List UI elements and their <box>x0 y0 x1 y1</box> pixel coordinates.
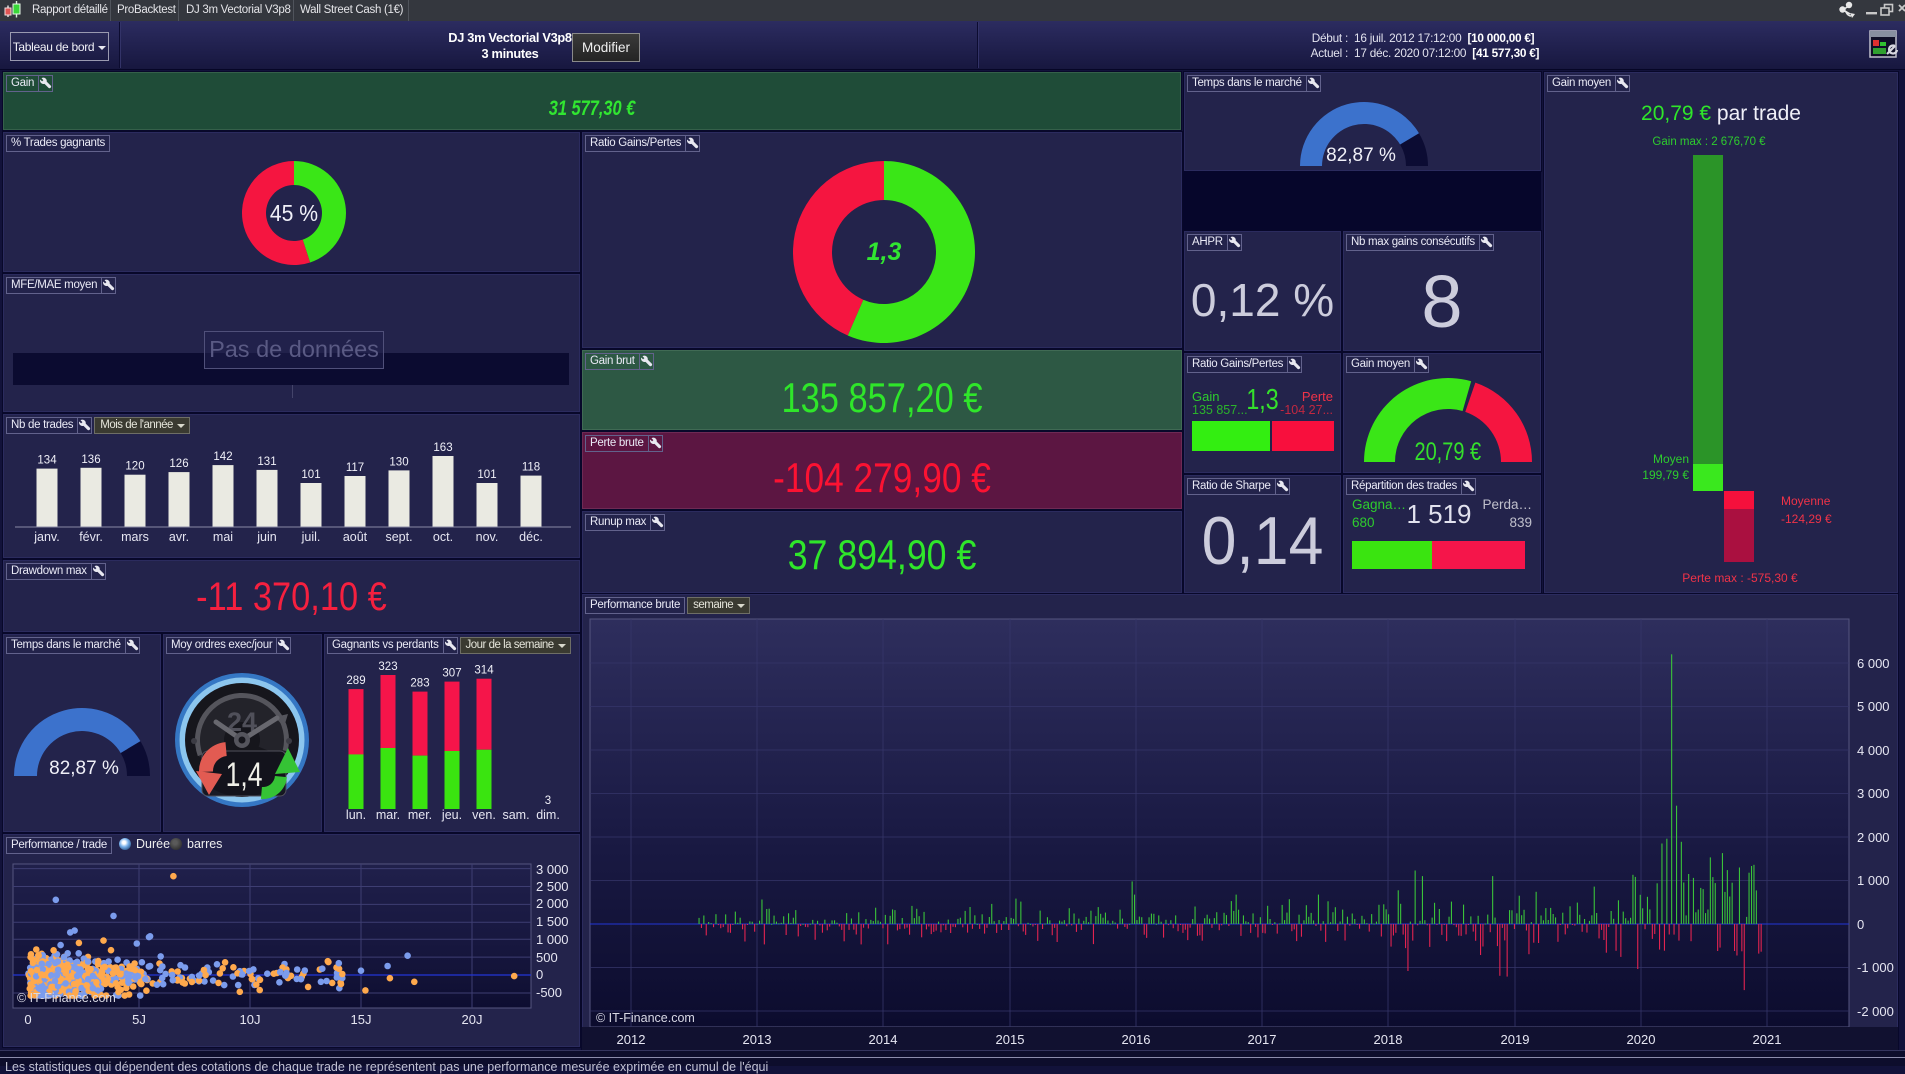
svg-text:févr.: févr. <box>79 530 103 544</box>
svg-text:20J: 20J <box>462 1012 483 1027</box>
svg-text:5J: 5J <box>132 1012 146 1027</box>
svg-text:2013: 2013 <box>743 1032 772 1047</box>
svg-text:2019: 2019 <box>1501 1032 1530 1047</box>
svg-text:120: 120 <box>125 461 144 473</box>
svg-text:© IT-Finance.com: © IT-Finance.com <box>596 1011 695 1025</box>
svg-text:2017: 2017 <box>1248 1032 1277 1047</box>
svg-text:2012: 2012 <box>617 1032 646 1047</box>
svg-text:10J: 10J <box>240 1012 261 1027</box>
svg-text:oct.: oct. <box>433 530 453 544</box>
svg-text:6 000: 6 000 <box>1857 656 1890 671</box>
svg-text:-1 000: -1 000 <box>1857 960 1894 975</box>
svg-text:-500: -500 <box>536 985 562 1000</box>
svg-text:nov.: nov. <box>476 530 499 544</box>
svg-text:101: 101 <box>301 469 320 481</box>
svg-text:0: 0 <box>1857 917 1864 932</box>
svg-text:juil.: juil. <box>301 530 321 544</box>
svg-text:janv.: janv. <box>33 530 59 544</box>
svg-text:289: 289 <box>346 675 365 687</box>
svg-text:2021: 2021 <box>1753 1032 1782 1047</box>
svg-text:2 000: 2 000 <box>536 896 569 911</box>
svg-text:2 500: 2 500 <box>536 879 569 894</box>
svg-text:3 000: 3 000 <box>536 862 569 877</box>
svg-text:1,4: 1,4 <box>226 756 263 794</box>
svg-text:1,3: 1,3 <box>867 238 902 266</box>
svg-text:0: 0 <box>536 967 543 982</box>
svg-text:2016: 2016 <box>1122 1032 1151 1047</box>
svg-text:1 000: 1 000 <box>536 932 569 947</box>
svg-text:0: 0 <box>24 1012 31 1027</box>
svg-text:134: 134 <box>37 455 57 467</box>
svg-text:déc.: déc. <box>519 530 543 544</box>
svg-text:15J: 15J <box>351 1012 372 1027</box>
svg-text:mars: mars <box>121 530 149 544</box>
svg-text:118: 118 <box>522 462 540 474</box>
svg-text:sept.: sept. <box>385 530 412 544</box>
svg-text:dim.: dim. <box>536 808 560 822</box>
svg-text:avr.: avr. <box>169 530 189 544</box>
svg-text:45 %: 45 % <box>270 200 318 226</box>
svg-text:307: 307 <box>442 668 461 680</box>
svg-text:1 500: 1 500 <box>536 914 569 929</box>
svg-text:2015: 2015 <box>996 1032 1025 1047</box>
svg-text:323: 323 <box>378 661 397 673</box>
svg-text:3 000: 3 000 <box>1857 786 1890 801</box>
svg-text:mai: mai <box>213 530 233 544</box>
svg-text:163: 163 <box>433 442 452 454</box>
svg-text:130: 130 <box>389 456 408 468</box>
svg-text:20,79 €: 20,79 € <box>1414 438 1481 466</box>
svg-text:© IT-Finance.com: © IT-Finance.com <box>17 991 116 1005</box>
svg-text:2020: 2020 <box>1627 1032 1656 1047</box>
svg-text:2014: 2014 <box>869 1032 898 1047</box>
svg-text:juin: juin <box>256 530 277 544</box>
svg-text:mar.: mar. <box>376 808 400 822</box>
svg-text:lun.: lun. <box>346 808 366 822</box>
svg-text:101: 101 <box>477 469 496 481</box>
svg-text:-2 000: -2 000 <box>1857 1004 1894 1019</box>
svg-text:82,87 %: 82,87 % <box>1326 145 1396 166</box>
svg-text:jeu.: jeu. <box>441 808 462 822</box>
svg-text:août: août <box>343 530 368 544</box>
svg-text:283: 283 <box>410 678 429 690</box>
svg-text:136: 136 <box>81 454 100 466</box>
svg-text:117: 117 <box>346 462 364 474</box>
svg-text:2 000: 2 000 <box>1857 830 1890 845</box>
svg-text:5 000: 5 000 <box>1857 699 1890 714</box>
svg-text:ven.: ven. <box>472 808 496 822</box>
svg-text:1 000: 1 000 <box>1857 873 1890 888</box>
svg-text:3: 3 <box>545 795 551 807</box>
svg-text:2018: 2018 <box>1374 1032 1403 1047</box>
svg-text:131: 131 <box>257 456 276 468</box>
svg-text:sam.: sam. <box>502 808 529 822</box>
svg-text:314: 314 <box>474 665 494 677</box>
svg-text:126: 126 <box>169 458 188 470</box>
svg-text:4 000: 4 000 <box>1857 743 1890 758</box>
svg-text:mer.: mer. <box>408 808 432 822</box>
svg-text:142: 142 <box>213 451 232 463</box>
svg-text:500: 500 <box>536 950 558 965</box>
svg-text:82,87 %: 82,87 % <box>49 758 119 779</box>
